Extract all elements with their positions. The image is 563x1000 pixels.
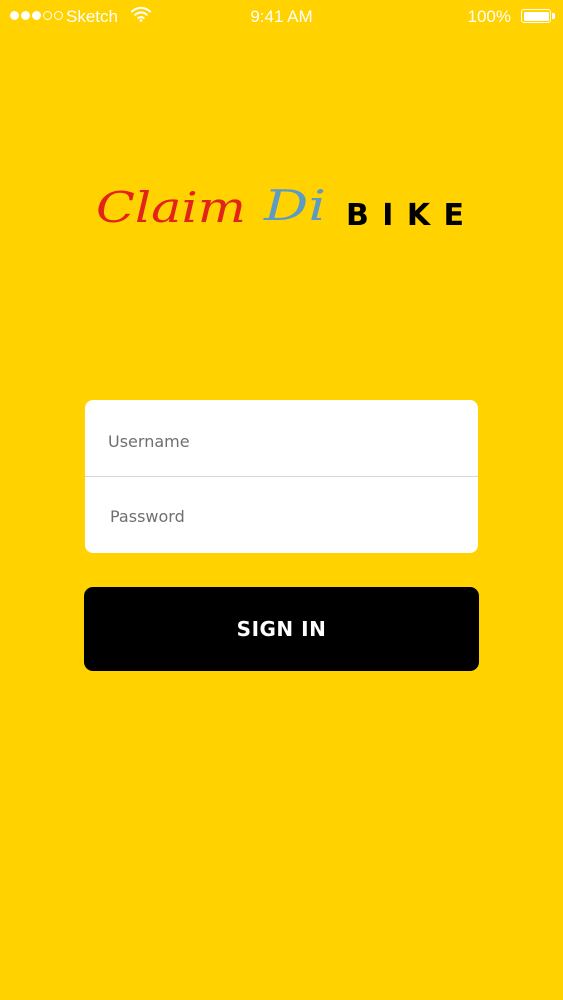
logo-di-text: Di — [263, 182, 326, 230]
sign-in-button[interactable]: SIGN IN — [84, 587, 479, 671]
status-bar: Sketch 9:41 AM 100% — [0, 0, 563, 34]
battery-percent: 100% — [467, 7, 511, 26]
logo-bike-text: BIKE — [346, 198, 464, 233]
password-input[interactable] — [85, 478, 478, 553]
logo-claim-text: Claim — [96, 183, 246, 232]
battery-icon — [521, 9, 551, 23]
field-divider — [85, 476, 478, 477]
username-input[interactable] — [85, 403, 478, 479]
app-logo: Claim Di BIKE — [96, 182, 476, 242]
battery-tip — [552, 13, 555, 19]
login-form — [85, 400, 478, 553]
